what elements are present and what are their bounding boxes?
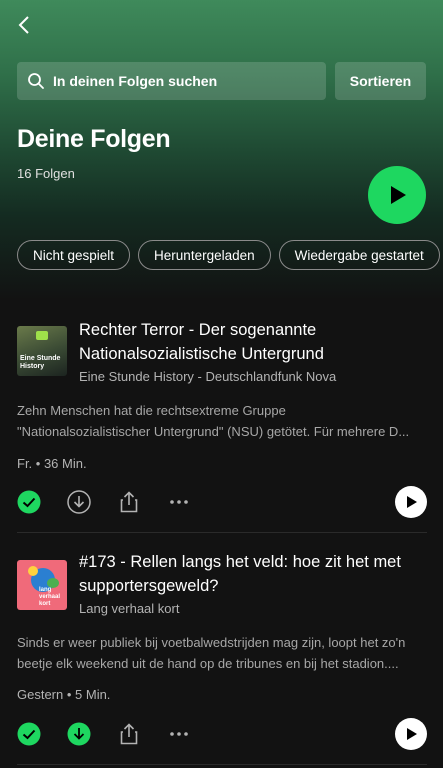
- search-placeholder: In deinen Folgen suchen: [53, 73, 218, 89]
- download-icon[interactable]: [67, 490, 91, 514]
- episode-meta: Fr. • 36 Min.: [17, 456, 87, 471]
- episode-play-button[interactable]: [395, 718, 427, 750]
- filter-chip-downloaded[interactable]: Heruntergeladen: [138, 240, 271, 270]
- episode-cover: lang verhaal kort: [17, 560, 67, 610]
- downloaded-icon[interactable]: [67, 722, 91, 746]
- episode-title[interactable]: Rechter Terror - Der sogenannte National…: [79, 318, 429, 366]
- page-title: Deine Folgen: [17, 125, 171, 153]
- sort-button[interactable]: Sortieren: [335, 62, 426, 100]
- more-options-icon[interactable]: [167, 722, 191, 746]
- episode-show[interactable]: Lang verhaal kort: [79, 601, 179, 616]
- episode-count: 16 Folgen: [17, 166, 75, 181]
- episode-title[interactable]: #173 - Rellen langs het veld: hoe zit he…: [79, 550, 429, 598]
- episode-description: Zehn Menschen hat die rechtsextreme Grup…: [17, 403, 410, 439]
- episode-meta: Gestern • 5 Min.: [17, 687, 111, 702]
- divider: [17, 764, 427, 765]
- episode-show[interactable]: Eine Stunde History - Deutschlandfunk No…: [79, 369, 336, 384]
- more-options-icon[interactable]: [167, 490, 191, 514]
- episode-actions: [17, 718, 427, 750]
- episode-cover: Eine Stunde History: [17, 326, 67, 376]
- play-all-button[interactable]: [368, 166, 426, 224]
- play-icon: [407, 496, 417, 508]
- play-icon: [407, 728, 417, 740]
- episode-description: Sinds er weer publiek bij voetbalwedstri…: [17, 635, 406, 671]
- play-icon: [391, 186, 406, 204]
- filter-chips: Nicht gespielt Heruntergeladen Wiedergab…: [17, 240, 440, 270]
- filter-chip-not-played[interactable]: Nicht gespielt: [17, 240, 131, 270]
- played-check-icon[interactable]: [17, 490, 41, 514]
- back-chevron-icon[interactable]: [14, 14, 36, 36]
- filter-chip-started[interactable]: Wiedergabe gestartet: [278, 240, 440, 270]
- divider: [17, 532, 427, 533]
- search-icon: [28, 73, 44, 89]
- cover-label: Eine Stunde History: [20, 355, 61, 370]
- cover-label: lang verhaal kort: [39, 587, 61, 607]
- share-icon[interactable]: [117, 722, 141, 746]
- episode-play-button[interactable]: [395, 486, 427, 518]
- search-input[interactable]: In deinen Folgen suchen: [17, 62, 326, 100]
- episode-actions: [17, 486, 427, 518]
- share-icon[interactable]: [117, 490, 141, 514]
- played-check-icon[interactable]: [17, 722, 41, 746]
